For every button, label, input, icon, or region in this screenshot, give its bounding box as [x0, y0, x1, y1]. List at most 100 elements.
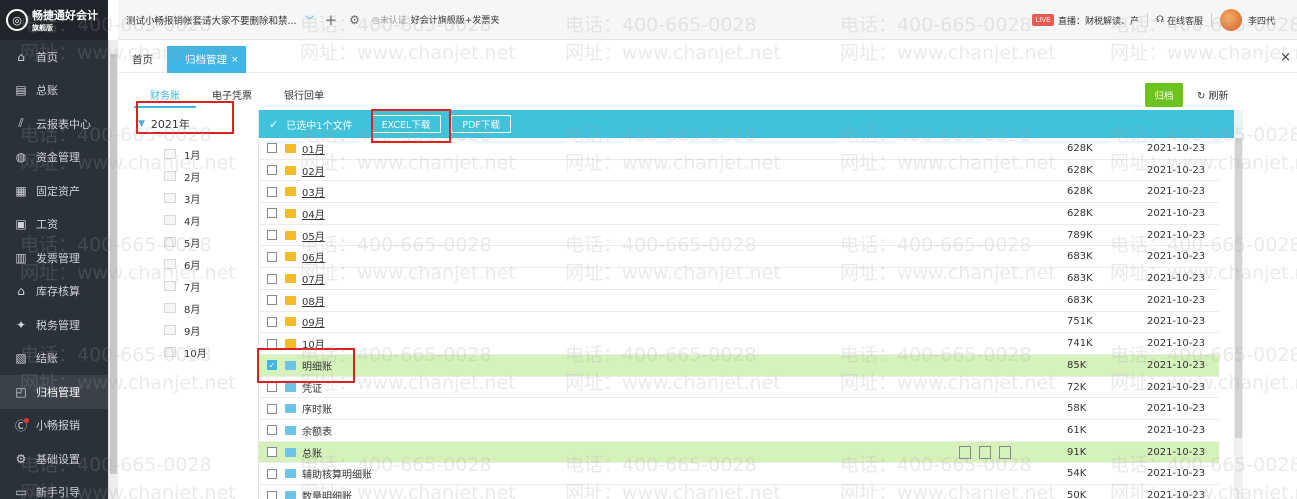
row-checkbox[interactable] — [267, 208, 277, 219]
pdf-file-icon[interactable] — [979, 445, 991, 459]
tree-node-month[interactable]: 1月 — [164, 144, 200, 164]
file-name[interactable]: 10月 — [302, 336, 325, 351]
document-icon — [285, 447, 296, 457]
tree-node-month[interactable]: 2月 — [164, 166, 200, 186]
pdf-download-button[interactable]: PDF下载 — [451, 115, 511, 133]
tree-node-month[interactable]: 8月 — [164, 298, 200, 318]
row-checkbox[interactable] — [267, 273, 277, 284]
row-checkbox[interactable] — [267, 251, 277, 262]
table-row[interactable]: 数量明细账 50K 2021-10-23 — [259, 485, 1219, 499]
table-row[interactable]: 03月 628K 2021-10-23 — [259, 181, 1219, 204]
sidebar-item-13[interactable]: ▭ 新手引导 — [0, 476, 108, 499]
refresh-button[interactable]: ↻ 刷新 — [1197, 87, 1229, 102]
document-icon — [285, 491, 296, 499]
row-checkbox[interactable] — [267, 230, 277, 241]
avatar[interactable] — [1219, 9, 1242, 31]
table-row[interactable]: 凭证 72K 2021-10-23 — [259, 377, 1219, 399]
table-row[interactable]: 07月 683K 2021-10-23 — [259, 268, 1219, 290]
excel-file-icon[interactable] — [959, 445, 971, 459]
file-name[interactable]: 07月 — [302, 271, 325, 286]
add-icon[interactable]: + — [325, 11, 338, 29]
sidebar-item-10[interactable]: ◰ 归档管理 — [0, 375, 108, 409]
subtab-e-vouchers[interactable]: 电子凭票 — [196, 86, 268, 108]
table-row[interactable]: 余额表 61K 2021-10-23 — [259, 420, 1219, 442]
row-checkbox[interactable] — [267, 447, 277, 458]
row-checkbox[interactable] — [267, 316, 277, 327]
user-name[interactable]: 李四代 — [1248, 14, 1275, 27]
row-checkbox[interactable] — [267, 425, 277, 436]
certification-status[interactable]: ◎未认证 — [372, 13, 407, 26]
table-row[interactable]: 辅助核算明细账 54K 2021-10-23 — [259, 464, 1219, 486]
close-icon[interactable]: × — [1280, 50, 1291, 65]
table-scrollbar[interactable] — [1234, 110, 1243, 499]
sidebar-item-11[interactable]: Ⓒ 小畅报销 — [0, 409, 108, 443]
file-name[interactable]: 06月 — [302, 249, 325, 264]
preview-icon[interactable] — [999, 445, 1011, 459]
sidebar-item-3[interactable]: ◍ 资金管理 — [0, 141, 108, 175]
table-row[interactable]: 05月 789K 2021-10-23 — [259, 225, 1219, 247]
tree-node-month[interactable]: 9月 — [164, 320, 200, 340]
excel-download-button[interactable]: EXCEL下载 — [370, 115, 442, 133]
file-name[interactable]: 04月 — [302, 206, 325, 221]
tab-close-icon[interactable]: × — [231, 55, 239, 65]
row-checkbox[interactable] — [267, 403, 277, 414]
table-row[interactable]: 10月 741K 2021-10-23 — [259, 333, 1219, 355]
tree-node-month[interactable]: 3月 — [164, 188, 200, 208]
live-broadcast-link[interactable]: 直播：财税解读、产 — [1058, 14, 1139, 27]
sidebar-scrollbar[interactable] — [108, 40, 118, 499]
live-icon[interactable]: LIVE — [1031, 14, 1054, 26]
row-checkbox[interactable] — [267, 186, 277, 197]
table-row[interactable]: ✓ 明细账 85K 2021-10-23 — [259, 355, 1219, 377]
tab-archive[interactable]: 归档管理 × — [167, 46, 246, 73]
expand-triangle-icon[interactable]: ▼ — [138, 119, 145, 129]
row-checkbox[interactable] — [267, 382, 277, 393]
sidebar-item-7[interactable]: ⌂ 库存核算 — [0, 275, 108, 309]
file-name[interactable]: 05月 — [302, 228, 325, 243]
row-checkbox[interactable] — [267, 165, 277, 176]
table-row[interactable]: 04月 628K 2021-10-23 — [259, 203, 1219, 225]
sidebar-item-12[interactable]: ⚙ 基础设置 — [0, 442, 108, 476]
row-checkbox[interactable]: ✓ — [267, 360, 277, 371]
headset-icon[interactable]: ☊ — [1156, 15, 1164, 25]
row-checkbox[interactable] — [267, 490, 277, 499]
table-row[interactable]: 01月 628K 2021-10-23 — [259, 138, 1219, 160]
row-checkbox[interactable] — [267, 338, 277, 349]
file-name[interactable]: 08月 — [302, 293, 325, 308]
file-name[interactable]: 01月 — [302, 141, 325, 156]
tab-home[interactable]: 首页 — [132, 46, 153, 73]
subtab-financial-books[interactable]: 财务账 — [134, 86, 196, 108]
file-name[interactable]: 02月 — [302, 163, 325, 178]
tree-node-month[interactable]: 7月 — [164, 276, 200, 296]
tree-node-month[interactable]: 6月 — [164, 254, 200, 274]
sidebar-item-9[interactable]: ▧ 结账 — [0, 342, 108, 376]
row-checkbox[interactable] — [267, 143, 277, 154]
sidebar-item-8[interactable]: ✦ 税务管理 — [0, 308, 108, 342]
subtab-bank-receipts[interactable]: 银行回单 — [268, 86, 340, 108]
table-row[interactable]: 02月 628K 2021-10-23 — [259, 160, 1219, 182]
tree-node-month[interactable]: 4月 — [164, 210, 200, 230]
gear-icon[interactable]: ⚙ — [349, 13, 360, 27]
online-service-link[interactable]: 在线客服 — [1167, 14, 1203, 27]
tree-node-2021[interactable]: ▼ 2021年 — [138, 114, 190, 134]
plan-label[interactable]: 好会计旗舰版+发票夹 — [411, 13, 500, 26]
table-row[interactable]: 06月 683K 2021-10-23 — [259, 247, 1219, 269]
table-row[interactable]: 总账 91K 2021-10-23 — [259, 441, 1219, 464]
row-checkbox[interactable] — [267, 468, 277, 479]
sidebar-item-5[interactable]: ▣ 工资 — [0, 208, 108, 242]
tree-node-month[interactable]: 10月 — [164, 342, 207, 362]
company-selector[interactable]: 测试小畅报销帐套请大家不要删除和禁... — [126, 13, 297, 27]
sidebar-item-4[interactable]: ▦ 固定资产 — [0, 174, 108, 208]
sidebar-item-6[interactable]: ▥ 发票管理 — [0, 241, 108, 275]
sidebar-item-0[interactable]: ⌂ 首页 — [0, 40, 108, 74]
table-row[interactable]: 08月 683K 2021-10-23 — [259, 290, 1219, 312]
table-row[interactable]: 序时账 58K 2021-10-23 — [259, 398, 1219, 421]
chevron-down-icon[interactable]: ﹀ — [305, 12, 315, 27]
table-row[interactable]: 09月 751K 2021-10-23 — [259, 312, 1219, 334]
file-name[interactable]: 09月 — [302, 314, 325, 329]
sidebar-item-2[interactable]: ⫽ 云报表中心 — [0, 107, 108, 141]
archive-button[interactable]: 归档 — [1145, 83, 1183, 107]
file-name[interactable]: 03月 — [302, 184, 325, 199]
sidebar-item-1[interactable]: ▤ 总账 — [0, 74, 108, 108]
row-checkbox[interactable] — [267, 295, 277, 306]
tree-node-month[interactable]: 5月 — [164, 232, 200, 252]
